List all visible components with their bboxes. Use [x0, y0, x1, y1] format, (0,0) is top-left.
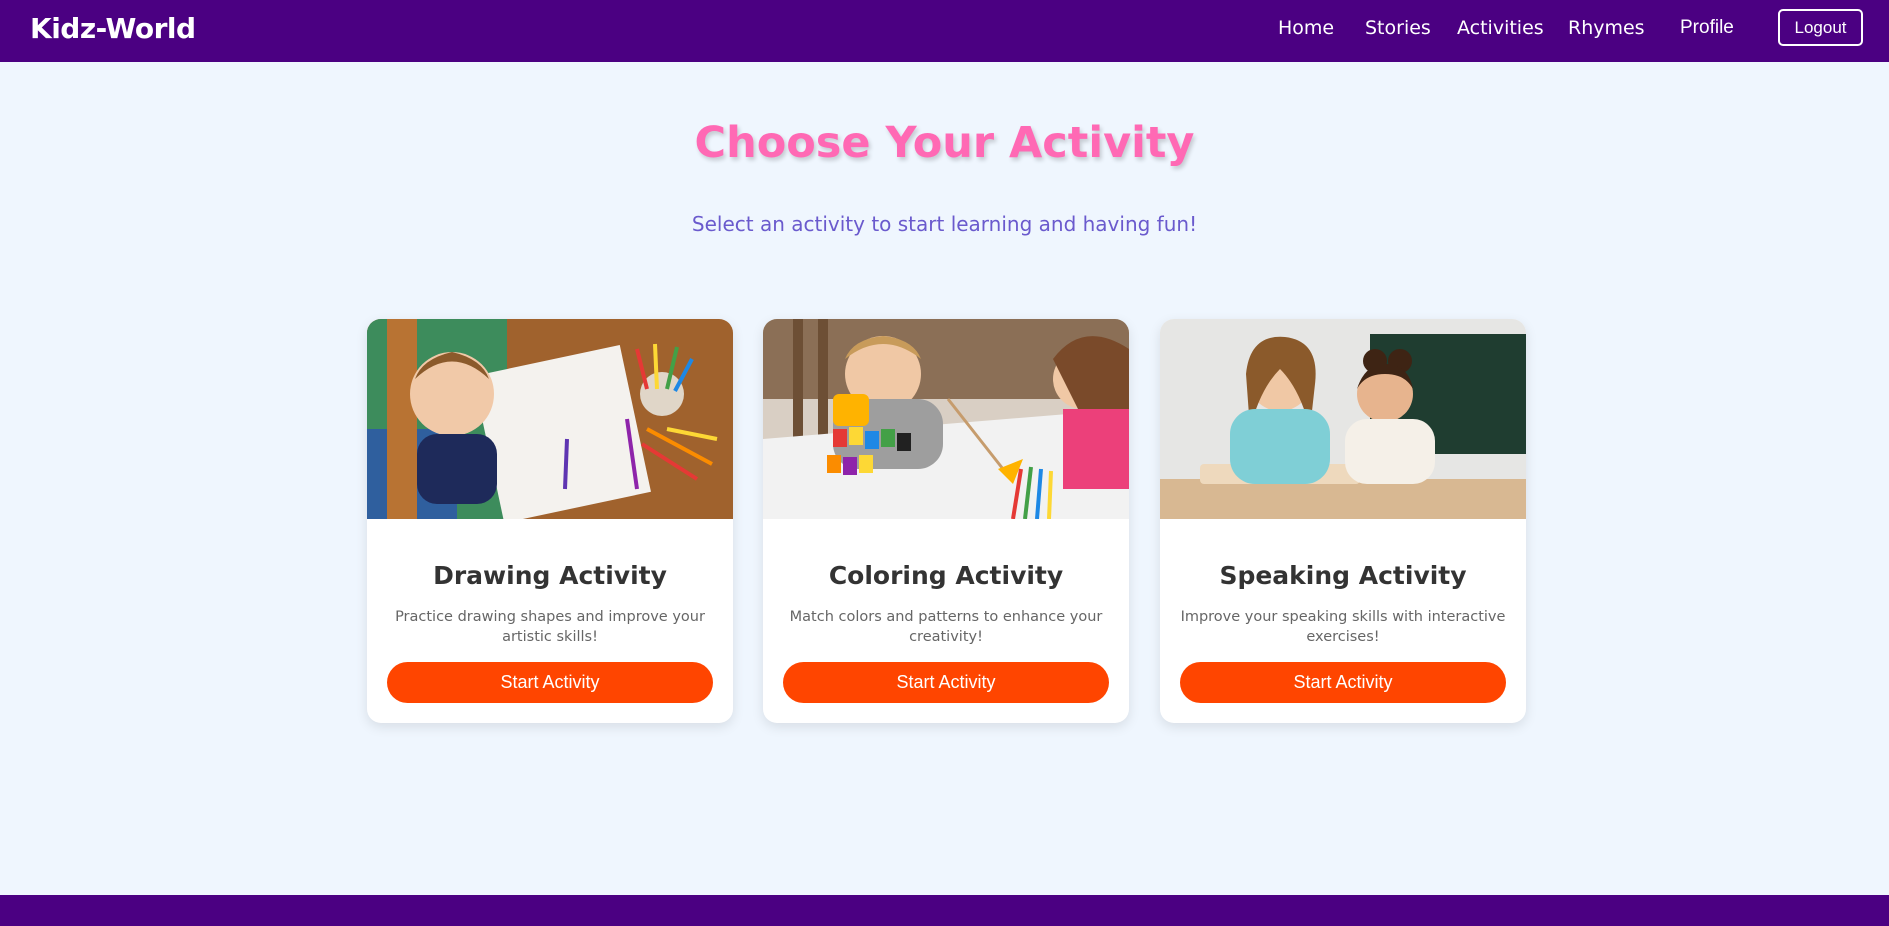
nav-rhymes[interactable]: Rhymes [1568, 17, 1645, 39]
card-description: Match colors and patterns to enhance you… [789, 609, 1103, 645]
start-coloring-activity-button[interactable]: Start Activity [783, 662, 1109, 703]
mother-daughter-puzzle-image [1160, 319, 1526, 519]
top-navbar: Kidz-World Home Stories Activities Rhyme… [0, 0, 1889, 62]
nav-home[interactable]: Home [1278, 17, 1334, 39]
nav-activities[interactable]: Activities [1457, 17, 1544, 39]
footer-bar [0, 895, 1889, 926]
card-title: Speaking Activity [1219, 561, 1467, 590]
logout-button[interactable]: Logout [1778, 9, 1863, 46]
child-drawing-image [367, 319, 733, 519]
start-drawing-activity-button[interactable]: Start Activity [387, 662, 713, 703]
activity-card-drawing: Drawing Activity Practice drawing shapes… [367, 319, 733, 723]
start-speaking-activity-button[interactable]: Start Activity [1180, 662, 1506, 703]
children-painting-image [763, 319, 1129, 519]
activity-card-coloring: Coloring Activity Match colors and patte… [763, 319, 1129, 723]
nav-stories[interactable]: Stories [1365, 17, 1431, 39]
card-title: Coloring Activity [828, 561, 1064, 590]
card-description: Practice drawing shapes and improve your… [395, 609, 705, 645]
card-description: Improve your speaking skills with intera… [1180, 609, 1506, 645]
page-title: Choose Your Activity [694, 118, 1195, 168]
nav-profile[interactable]: Profile [1680, 17, 1734, 39]
page-subtitle: Select an activity to start learning and… [691, 212, 1198, 236]
brand-logo[interactable]: Kidz-World [30, 12, 196, 45]
card-title: Drawing Activity [433, 561, 667, 590]
activity-card-speaking: Speaking Activity Improve your speaking … [1160, 319, 1526, 723]
